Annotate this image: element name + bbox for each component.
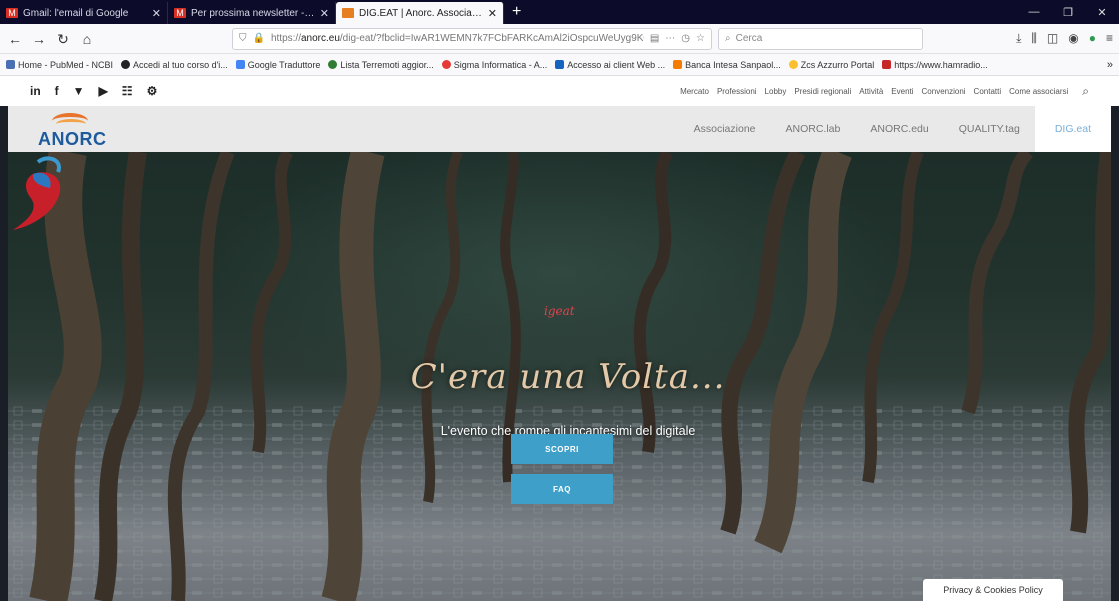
toplink-presidi[interactable]: Presidi regionali xyxy=(794,87,851,96)
toplink-associarsi[interactable]: Come associarsi xyxy=(1009,87,1068,96)
browser-tab-bar: M Gmail: l'email di Google ✕ M Per pross… xyxy=(0,0,1119,24)
shield-icon: ⛉ xyxy=(239,33,247,44)
logo-text: ANORC xyxy=(38,129,107,149)
twitter-icon[interactable]: ▼ xyxy=(73,84,85,98)
logo-arc xyxy=(56,119,86,129)
tab-title: DIG.EAT | Anorc. Associazione... xyxy=(359,7,483,19)
download-icon[interactable]: ⤓ xyxy=(1016,31,1021,46)
social-links: in f ▼ ▶ ☷ ⚙ xyxy=(30,84,157,98)
browser-navbar: ← → ↻ ⌂ ⛉ 🔒 https://anorc.eu/dig-eat/?fb… xyxy=(0,24,1119,54)
window-controls: — ❐ ✕ xyxy=(1017,0,1119,24)
menu-item-associazione[interactable]: Associazione xyxy=(679,106,771,152)
toplink-contatti[interactable]: Contatti xyxy=(974,87,1002,96)
toplink-mercato[interactable]: Mercato xyxy=(680,87,709,96)
gmail-icon: M xyxy=(6,8,18,18)
site-main-nav: ANORC Associazione ANORC.lab ANORC.edu Q… xyxy=(8,106,1111,152)
bookmark-item[interactable]: Sigma Informatica - A... xyxy=(441,60,547,70)
toplink-eventi[interactable]: Eventi xyxy=(891,87,913,96)
toplink-convenzioni[interactable]: Convenzioni xyxy=(922,87,966,96)
search-icon: ⌕ xyxy=(725,33,731,44)
library-icon[interactable]: ⫼ xyxy=(1031,31,1037,46)
reload-icon[interactable]: ↻ xyxy=(54,30,72,48)
tab-digeat[interactable]: DIG.EAT | Anorc. Associazione... ✕ xyxy=(336,2,504,24)
close-icon[interactable]: ✕ xyxy=(320,7,329,20)
tab-gmail[interactable]: M Gmail: l'email di Google ✕ xyxy=(0,2,168,24)
digeat-chili-mascot xyxy=(13,156,61,230)
bookmarks-overflow-icon[interactable]: » xyxy=(1107,59,1113,71)
search-icon[interactable]: ⌕ xyxy=(1082,84,1089,99)
tab-title: Gmail: l'email di Google xyxy=(23,7,129,19)
menu-item-anorc-lab[interactable]: ANORC.lab xyxy=(771,106,856,152)
bookmark-icon xyxy=(555,60,565,69)
menu-item-dig-eat[interactable]: DIG.eat xyxy=(1034,106,1111,152)
bookmark-item[interactable]: Banca Intesa Sanpaol... xyxy=(673,60,781,70)
sidebar-icon[interactable]: ◫ xyxy=(1047,31,1058,46)
pocket-icon[interactable]: ◷ xyxy=(681,33,690,44)
reader-icon[interactable]: ▤ xyxy=(650,33,659,44)
hero-section: igeat C'era una Volta... L'evento che ro… xyxy=(8,152,1111,601)
close-icon[interactable]: ✕ xyxy=(152,7,161,20)
back-icon[interactable]: ← xyxy=(6,30,24,48)
rss-icon[interactable]: ☷ xyxy=(122,84,133,98)
minimize-icon[interactable]: — xyxy=(1017,6,1051,18)
bookmark-item[interactable]: Lista Terremoti aggior... xyxy=(328,60,434,70)
github-icon[interactable]: ⚙ xyxy=(147,84,158,98)
menu-item-quality-tag[interactable]: QUALITY.tag xyxy=(944,106,1035,152)
bookmark-icon xyxy=(121,60,131,69)
site-top-strip: in f ▼ ▶ ☷ ⚙ Mercato Professioni Lobby P… xyxy=(0,76,1119,106)
menu-item-anorc-edu[interactable]: ANORC.edu xyxy=(855,106,943,152)
privacy-cookies-link[interactable]: Privacy & Cookies Policy xyxy=(923,579,1063,601)
toplink-lobby[interactable]: Lobby xyxy=(765,87,787,96)
home-icon[interactable]: ⌂ xyxy=(78,30,96,48)
scopri-button[interactable]: SCOPRI xyxy=(511,434,613,464)
restore-icon[interactable]: ❐ xyxy=(1051,6,1085,19)
bookmark-icon xyxy=(788,60,798,69)
toplink-professioni[interactable]: Professioni xyxy=(717,87,757,96)
bookmark-icon xyxy=(882,60,892,69)
tab-newsletter[interactable]: M Per prossima newsletter - pro... ✕ xyxy=(168,2,336,24)
search-input[interactable]: Cerca xyxy=(736,33,763,44)
forward-icon[interactable]: → xyxy=(30,30,48,48)
bookmark-item[interactable]: Zcs Azzurro Portal xyxy=(788,60,874,70)
url-text: https://anorc.eu/dig-eat/?fbclid=IwAR1WE… xyxy=(270,33,644,44)
star-icon[interactable]: ☆ xyxy=(696,33,705,44)
new-tab-button[interactable]: + xyxy=(504,2,529,24)
lock-icon: 🔒 xyxy=(252,33,265,44)
linkedin-icon[interactable]: in xyxy=(30,84,41,98)
toplink-attivita[interactable]: Attività xyxy=(859,87,883,96)
mascot-text: igeat xyxy=(544,304,575,318)
account-icon[interactable]: ◉ xyxy=(1068,31,1078,46)
anorc-icon xyxy=(342,8,354,18)
bookmark-icon xyxy=(441,60,451,69)
hero-title: C'era una Volta... xyxy=(410,357,726,397)
bookmark-item[interactable]: Accedi al tuo corso d'i... xyxy=(121,60,228,70)
bookmark-icon xyxy=(328,60,338,69)
search-bar[interactable]: ⌕ Cerca xyxy=(718,27,923,50)
close-icon[interactable]: ✕ xyxy=(488,7,497,20)
facebook-icon[interactable]: f xyxy=(55,84,59,98)
more-icon[interactable]: ⋯ xyxy=(665,33,675,44)
bookmarks-bar: Home - PubMed - NCBI Accedi al tuo corso… xyxy=(0,54,1119,76)
gmail-icon: M xyxy=(174,8,186,18)
bookmark-item[interactable]: Accesso ai client Web ... xyxy=(555,60,665,70)
url-bar[interactable]: ⛉ 🔒 https://anorc.eu/dig-eat/?fbclid=IwA… xyxy=(232,27,712,50)
toolbar-icons: ⤓ ⫼ ◫ ◉ ● ≡ xyxy=(1016,31,1113,46)
bookmark-item[interactable]: Google Traduttore xyxy=(235,60,320,70)
close-window-icon[interactable]: ✕ xyxy=(1085,6,1119,19)
top-links: Mercato Professioni Lobby Presidi region… xyxy=(680,84,1089,99)
youtube-icon[interactable]: ▶ xyxy=(99,84,108,98)
faq-button[interactable]: FAQ xyxy=(511,474,613,504)
tab-title: Per prossima newsletter - pro... xyxy=(191,7,315,19)
main-menu: Associazione ANORC.lab ANORC.edu QUALITY… xyxy=(679,106,1111,152)
anorc-logo[interactable]: ANORC xyxy=(38,109,118,149)
bookmark-icon xyxy=(6,60,15,69)
bookmark-item[interactable]: Home - PubMed - NCBI xyxy=(6,60,113,70)
menu-icon[interactable]: ≡ xyxy=(1106,31,1113,46)
extension-icon[interactable]: ● xyxy=(1089,31,1096,46)
bookmark-icon xyxy=(235,60,245,69)
bookmark-icon xyxy=(673,60,683,69)
bookmark-item[interactable]: https://www.hamradio... xyxy=(882,60,988,70)
